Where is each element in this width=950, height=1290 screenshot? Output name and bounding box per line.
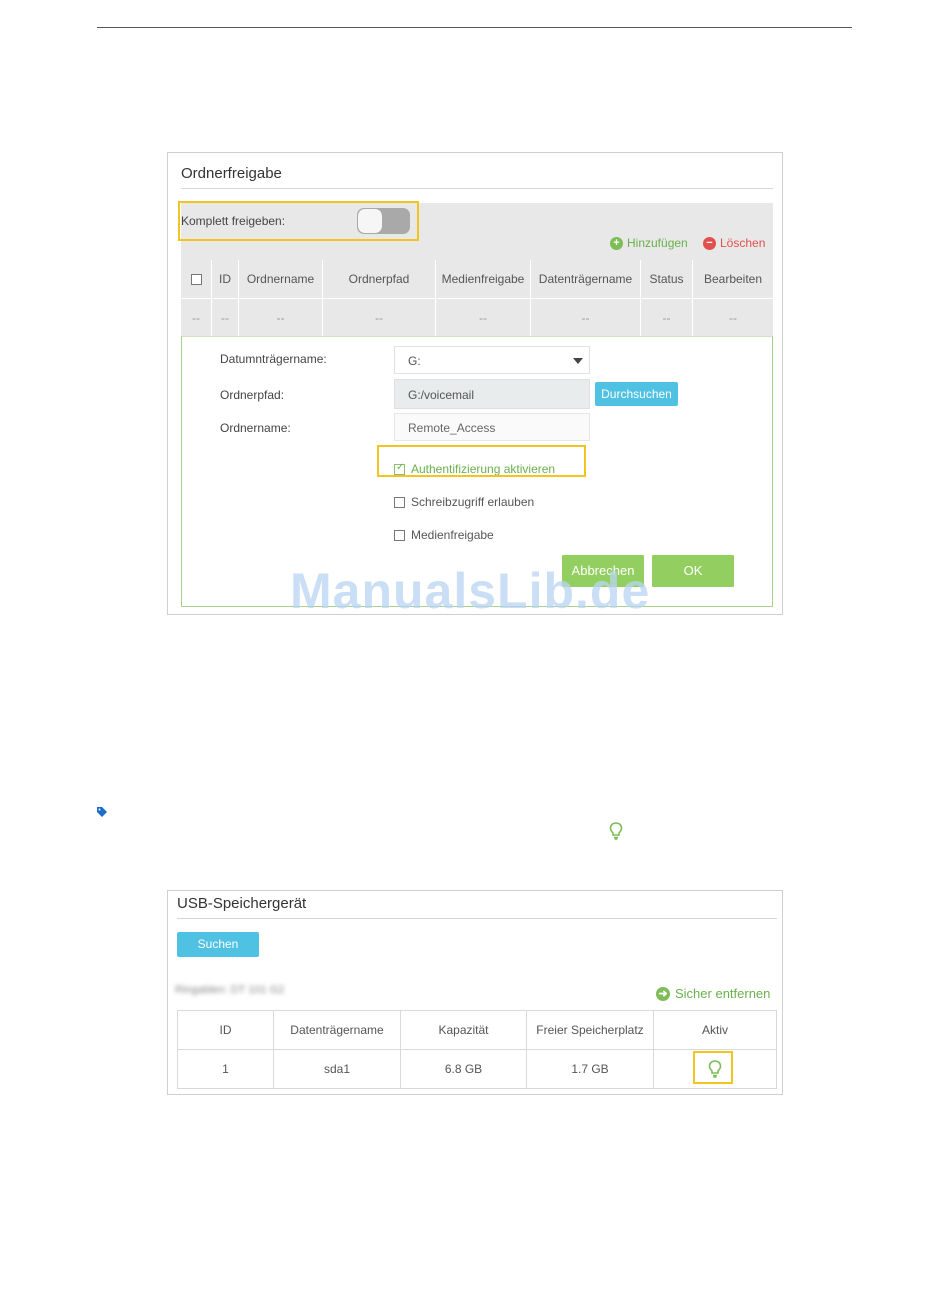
write-access-label: Schreibzugriff erlauben	[411, 495, 535, 509]
write-access-checkbox[interactable]	[394, 496, 405, 508]
col-header: Ordnername	[238, 260, 323, 299]
scan-button[interactable]: Suchen	[177, 932, 259, 957]
table-cell: --	[692, 298, 773, 337]
path-input[interactable]: G:/voicemail	[394, 379, 590, 409]
select-all-cell	[181, 260, 212, 299]
table-header: ID Ordnername Ordnerpfad Medienfreigabe …	[181, 260, 773, 299]
table-header: ID Datenträgername Kapazität Freier Spei…	[177, 1010, 777, 1050]
select-all-checkbox[interactable]	[190, 274, 202, 286]
table-cell: --	[238, 298, 323, 337]
col-header: Aktiv	[653, 1010, 777, 1050]
device-name-blurred: Ringablen: DT 101 G2	[175, 984, 285, 996]
folder-name-input[interactable]: Remote_Access	[394, 413, 590, 441]
plus-icon: +	[610, 236, 623, 250]
col-header: Freier Speicherplatz	[526, 1010, 654, 1050]
drive-label: Datumnträgername:	[220, 352, 327, 366]
folder-table: ID Ordnername Ordnerpfad Medienfreigabe …	[181, 260, 773, 337]
table-cell: --	[640, 298, 693, 337]
tag-icon	[97, 807, 107, 817]
panel-title: Ordnerfreigabe	[181, 165, 282, 182]
title-divider	[181, 188, 773, 189]
add-label: Hinzufügen	[627, 236, 688, 250]
table-cell: 1.7 GB	[526, 1049, 654, 1089]
drive-select-value: G:	[408, 354, 421, 368]
chevron-down-icon	[573, 358, 583, 364]
highlight-frame-toggle	[178, 201, 419, 241]
watermark: ManualsLib.de	[290, 563, 651, 619]
highlight-frame-auth	[377, 445, 586, 477]
highlight-frame-active	[693, 1051, 733, 1084]
path-label: Ordnerpfad:	[220, 388, 285, 402]
table-row: 1 sda1 6.8 GB 1.7 GB	[177, 1049, 777, 1089]
media-sharing-label: Medienfreigabe	[411, 528, 494, 542]
folder-name-label: Ordnername:	[220, 421, 291, 435]
lightbulb-icon	[609, 822, 623, 840]
col-header: Datenträgername	[273, 1010, 401, 1050]
minus-icon: −	[703, 236, 716, 250]
folder-sharing-panel: Ordnerfreigabe Komplett freigeben: + Hin…	[167, 152, 783, 615]
table-cell: --	[530, 298, 641, 337]
usb-table: ID Datenträgername Kapazität Freier Spei…	[177, 1010, 777, 1089]
col-header: Status	[640, 260, 693, 299]
col-header: Bearbeiten	[703, 272, 763, 286]
page-top-rule	[97, 27, 852, 28]
media-sharing-checkbox[interactable]	[394, 529, 405, 541]
table-cell: --	[211, 298, 239, 337]
table-cell: --	[435, 298, 531, 337]
title-divider	[177, 918, 777, 919]
table-cell: --	[322, 298, 436, 337]
panel-title: USB-Speichergerät	[177, 895, 307, 912]
ok-button[interactable]: OK	[652, 555, 734, 587]
col-header: Kapazität	[400, 1010, 527, 1050]
add-button[interactable]: + Hinzufügen	[610, 236, 688, 250]
table-cell: sda1	[273, 1049, 401, 1089]
table-cell: 1	[177, 1049, 274, 1089]
media-sharing-row[interactable]: Medienfreigabe	[394, 528, 494, 542]
safe-remove-label: Sicher entfernen	[675, 986, 771, 1001]
usb-storage-panel: USB-Speichergerät Suchen Ringablen: DT 1…	[167, 890, 783, 1095]
arrow-right-icon: ➜	[656, 986, 670, 1001]
delete-label: Löschen	[720, 236, 766, 250]
delete-button[interactable]: − Löschen	[703, 236, 765, 250]
table-cell: 6.8 GB	[400, 1049, 527, 1089]
write-access-row[interactable]: Schreibzugriff erlauben	[394, 495, 534, 509]
col-header: Medienfreigabe	[435, 260, 531, 299]
col-header: Ordnerpfad	[322, 260, 436, 299]
col-header: ID	[177, 1010, 274, 1050]
table-row: -- -- -- -- -- -- -- --	[181, 298, 773, 337]
col-header: Datenträgername	[530, 260, 641, 299]
safe-remove-button[interactable]: ➜ Sicher entfernen	[656, 986, 770, 1001]
col-header: ID	[211, 260, 239, 299]
drive-select[interactable]: G:	[394, 346, 590, 374]
browse-button[interactable]: Durchsuchen	[595, 382, 678, 406]
table-cell: --	[181, 298, 212, 337]
